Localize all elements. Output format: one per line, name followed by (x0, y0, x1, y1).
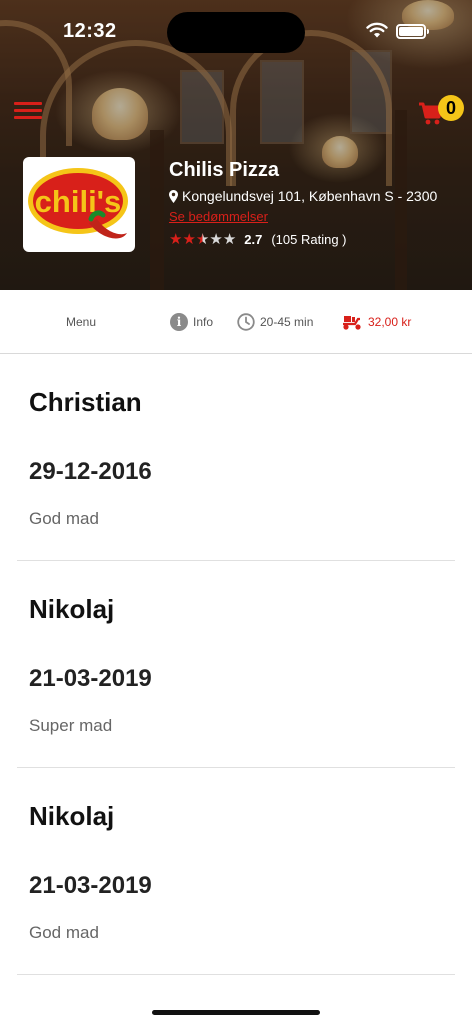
reviews-list: Christian 29-12-2016 God mad Nikolaj 21-… (0, 354, 472, 975)
tab-menu-label: Menu (66, 314, 97, 329)
restaurant-address: Kongelundsvej 101, København S - 2300 (169, 188, 437, 204)
home-indicator[interactable] (152, 1010, 320, 1015)
review-date: 29-12-2016 (29, 458, 152, 485)
rating-row: ★★★★★ 2.7 (105 Rating ) (169, 232, 347, 247)
star-icon: ★ (195, 231, 210, 248)
star-icon: ★ (182, 231, 196, 248)
tab-info[interactable]: i Info (170, 290, 213, 353)
chilis-logo: chili's (28, 168, 128, 239)
star-icon: ★ (169, 231, 183, 248)
review-text: Super mad (29, 716, 113, 735)
wifi-icon (366, 22, 388, 38)
star-icon: ★ (209, 231, 223, 248)
rating-count: (105 Rating ) (271, 232, 347, 247)
reviewer-name: Christian (29, 387, 142, 417)
map-pin-icon (169, 189, 178, 203)
review-text: God mad (29, 509, 99, 528)
reviewer-name: Nikolaj (29, 594, 115, 624)
hamburger-icon-line (14, 116, 42, 119)
review-item: Nikolaj 21-03-2019 Super mad (17, 561, 455, 768)
info-icon: i (170, 312, 188, 331)
delivery-fee: 32,00 kr (341, 290, 411, 353)
address-text: Kongelundsvej 101, København S - 2300 (182, 188, 438, 204)
review-date: 21-03-2019 (29, 872, 152, 899)
battery-icon (396, 24, 429, 39)
delivery-time: 20-45 min (237, 290, 313, 353)
review-item: Christian 29-12-2016 God mad (17, 354, 455, 561)
status-time: 12:32 (63, 20, 117, 42)
review-item: Nikolaj 21-03-2019 God mad (17, 768, 455, 975)
see-reviews-link[interactable]: Se bedømmelser (169, 209, 268, 224)
review-date: 21-03-2019 (29, 665, 152, 692)
restaurant-info-bar: Menu i Info 20-45 min 32,00 kr (0, 290, 472, 354)
hamburger-icon-line (14, 109, 42, 112)
reviewer-name: Nikolaj (29, 801, 115, 831)
tab-menu[interactable]: Menu (66, 290, 96, 353)
review-text: God mad (29, 923, 99, 942)
delivery-scooter-icon (341, 313, 363, 331)
logo-text: chili's (35, 184, 122, 219)
restaurant-logo: chili's (23, 157, 135, 252)
dynamic-island (167, 12, 305, 53)
star-icon: ★ (222, 231, 237, 248)
tab-info-label: Info (193, 314, 214, 329)
delivery-fee-text: 32,00 kr (368, 314, 412, 329)
hamburger-icon (14, 102, 42, 105)
rating-stars: ★★★★★ (169, 232, 236, 247)
restaurant-hero: 12:32 0 chili's Chilis Pizza Kongelundsv… (0, 0, 472, 290)
restaurant-name: Chilis Pizza (169, 159, 280, 181)
delivery-time-text: 20-45 min (260, 314, 314, 329)
hamburger-menu-button[interactable] (14, 100, 42, 122)
cart-count-badge: 0 (438, 95, 464, 121)
clock-icon (237, 312, 255, 331)
rating-value: 2.7 (244, 232, 263, 247)
